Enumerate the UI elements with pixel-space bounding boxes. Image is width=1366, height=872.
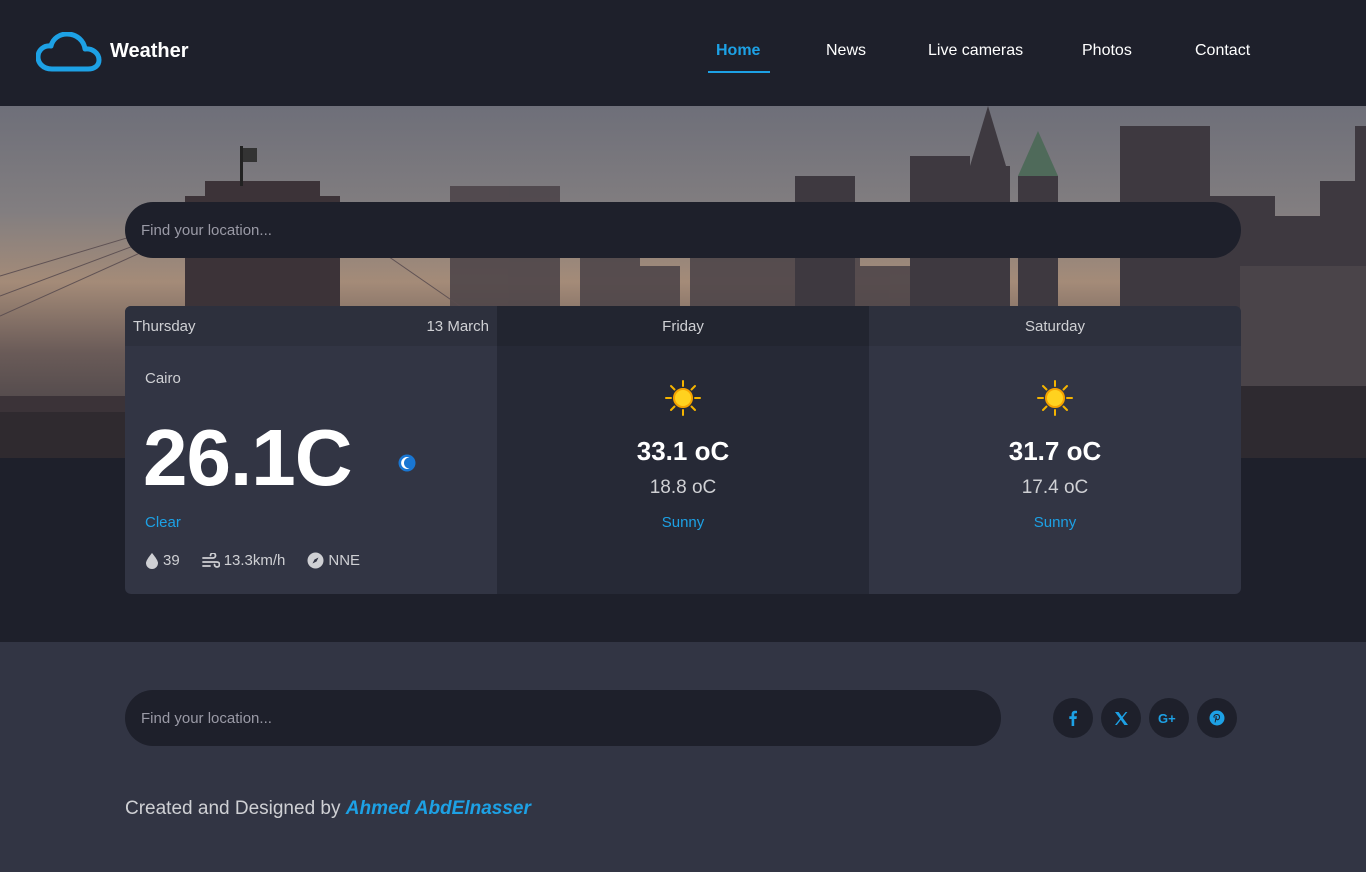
navbar: Weather Home News Live cameras Photos Co… — [0, 0, 1366, 106]
footer-credit: Created and Designed by Ahmed AbdElnasse… — [125, 798, 531, 820]
google-plus-icon: G+ — [1158, 711, 1176, 725]
nav-active-underline — [708, 71, 770, 73]
day-label: Friday — [662, 317, 704, 335]
wind-stat: 13.3km/h — [201, 552, 286, 569]
nav-photos[interactable]: Photos — [1082, 42, 1132, 60]
facebook-button[interactable] — [1053, 698, 1093, 738]
day-label: Saturday — [1024, 317, 1086, 335]
weather-stats: 39 13.3km/h NNE — [145, 552, 382, 569]
max-temperature: 31.7 oC — [1008, 436, 1102, 466]
svg-text:G+: G+ — [1158, 711, 1176, 725]
forecast-card-today: Thursday 13 March Cairo 26.1C Clear 39 1… — [125, 306, 497, 594]
min-temperature: 17.4 oC — [1021, 477, 1089, 498]
condition-label: Sunny — [1033, 514, 1077, 531]
day-label: Thursday — [133, 317, 196, 335]
forecast-card-header: Saturday — [869, 306, 1241, 346]
credit-prefix: Created and Designed by — [125, 798, 346, 819]
condition-label: Sunny — [661, 514, 705, 531]
current-temperature: 26.1C — [143, 413, 352, 502]
droplet-icon — [146, 553, 158, 569]
sun-icon — [1037, 380, 1073, 416]
facebook-icon — [1069, 710, 1077, 726]
forecast-card-day: Friday 33.1 oC 18.8 oC Sunny — [497, 306, 869, 594]
google-plus-button[interactable]: G+ — [1149, 698, 1189, 738]
x-icon — [1114, 711, 1128, 725]
forecast-card-header: Friday — [497, 306, 869, 346]
pinterest-icon — [1209, 710, 1225, 726]
author-link[interactable]: Ahmed AbdElnasser — [346, 798, 531, 819]
pinterest-button[interactable] — [1197, 698, 1237, 738]
footer-search-input[interactable] — [125, 690, 1001, 746]
forecast-card-header: Thursday 13 March — [125, 306, 497, 346]
nav-home[interactable]: Home — [716, 42, 760, 60]
sun-icon — [665, 380, 701, 416]
forecast-panel: Thursday 13 March Cairo 26.1C Clear 39 1… — [125, 306, 1241, 594]
wind-value: 13.3km/h — [223, 552, 286, 569]
condition-label: Clear — [145, 514, 181, 531]
direction-stat: NNE — [307, 552, 360, 569]
brand-logo[interactable]: Weather — [36, 32, 189, 72]
date-label: 13 March — [426, 317, 489, 335]
humidity-value: 39 — [163, 552, 180, 569]
cloud-icon — [36, 32, 102, 72]
location-search-input[interactable] — [125, 202, 1241, 258]
min-temperature: 18.8 oC — [649, 477, 717, 498]
brand-name: Weather — [110, 40, 189, 62]
forecast-card-day: Saturday 31.7 oC 17.4 oC Sunny — [869, 306, 1241, 594]
humidity-stat: 39 — [145, 552, 180, 569]
nav-live-cameras[interactable]: Live cameras — [928, 42, 1023, 60]
moon-icon — [398, 454, 416, 472]
city-name: Cairo — [145, 370, 181, 387]
x-button[interactable] — [1101, 698, 1141, 738]
direction-value: NNE — [328, 552, 361, 569]
wind-icon — [201, 552, 220, 568]
nav-contact[interactable]: Contact — [1195, 42, 1250, 60]
footer: G+ Created and Designed by Ahmed AbdElna… — [0, 642, 1366, 872]
nav-news[interactable]: News — [826, 42, 866, 60]
max-temperature: 33.1 oC — [636, 436, 730, 466]
compass-icon — [307, 552, 324, 569]
